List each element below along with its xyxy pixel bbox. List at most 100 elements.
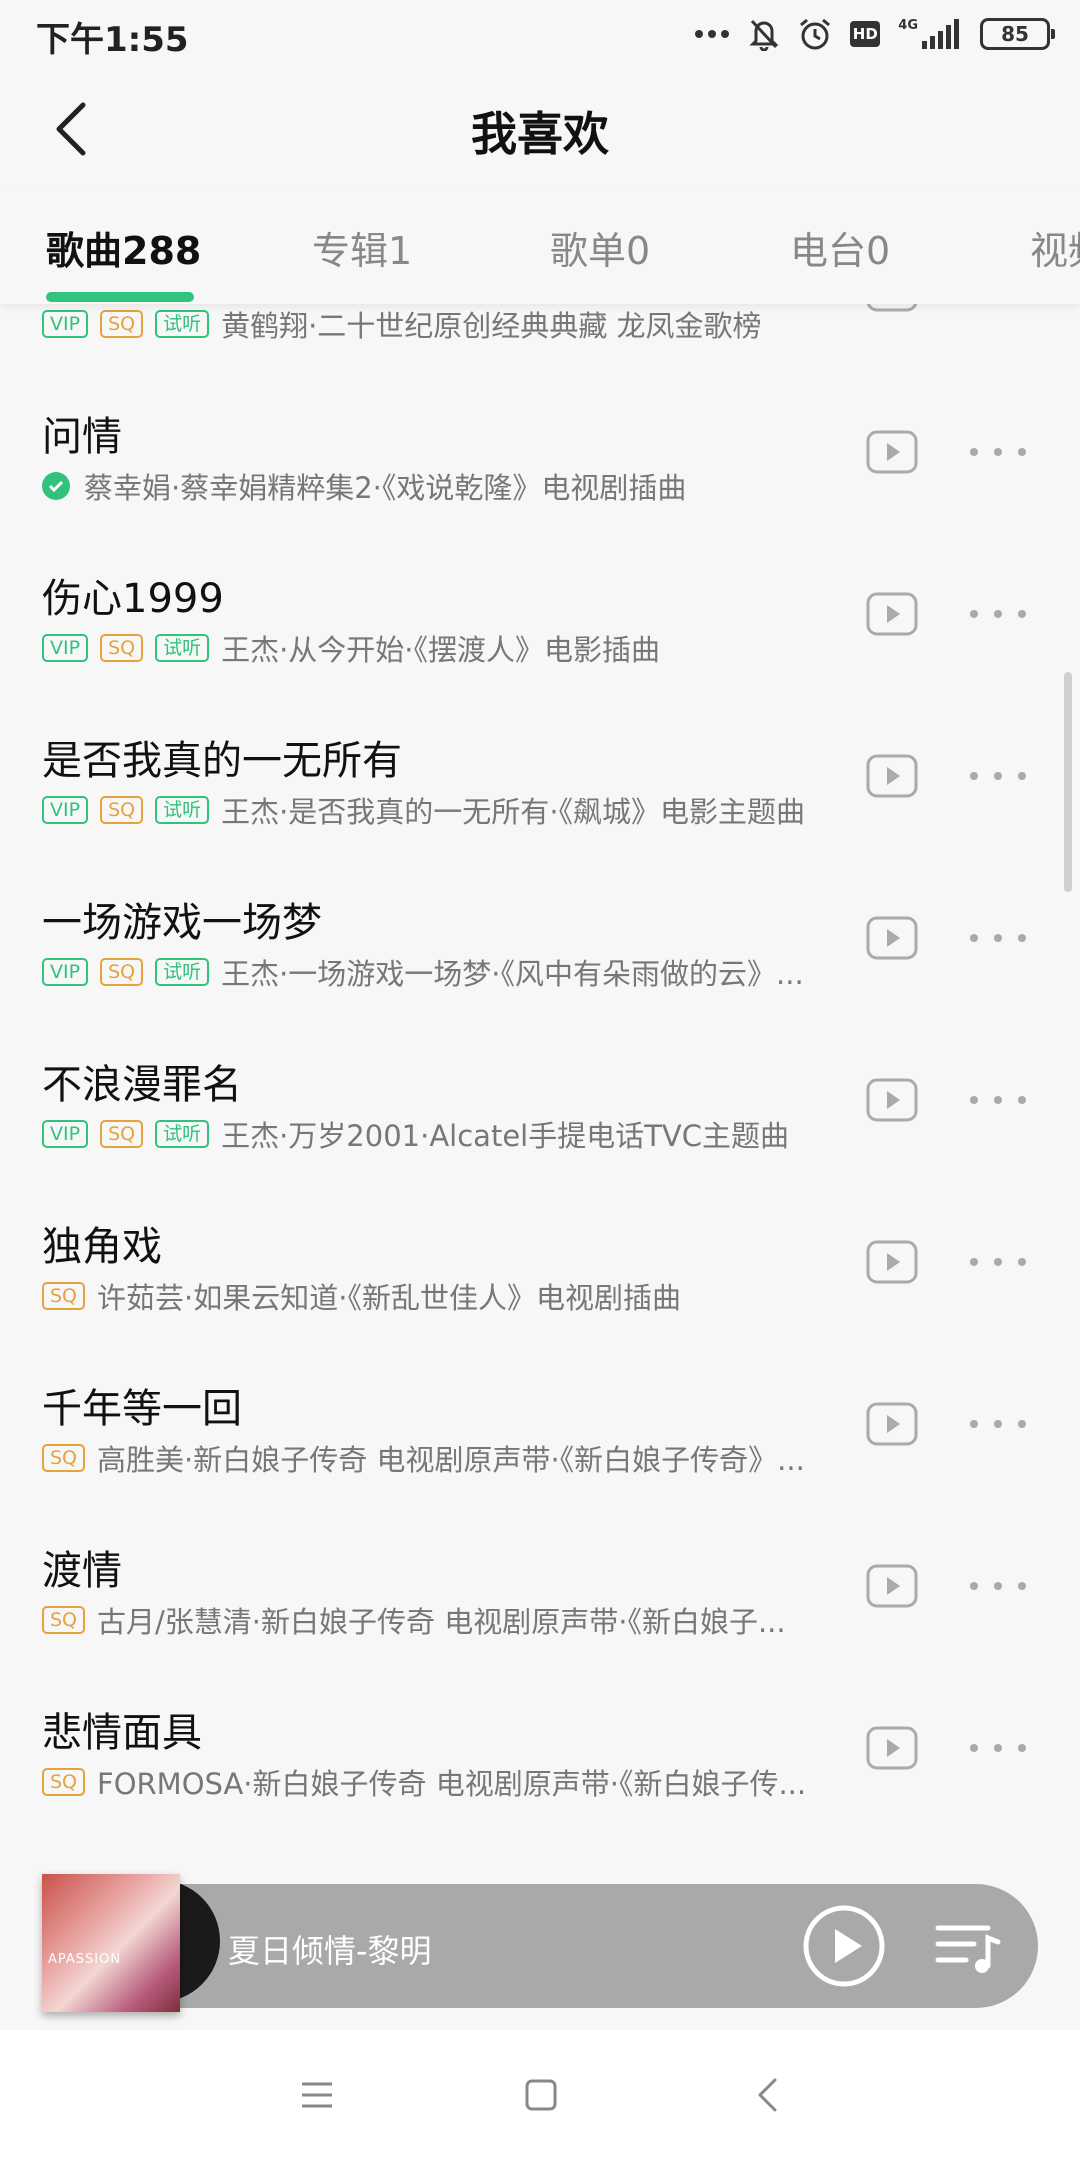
song-meta: VIP SQ 试听 王杰·一场游戏一场梦·《风中有朵雨做的云》...	[42, 952, 852, 992]
album-cover: APASSION	[42, 1874, 180, 2012]
play-circle-icon[interactable]	[802, 1904, 886, 1988]
list-scrollbar[interactable]	[1064, 672, 1072, 892]
signal-icon: 4G	[898, 19, 962, 49]
song-artist-album: 王杰·万岁2001·Alcatel手提电话TVC主题曲	[221, 1119, 790, 1153]
tab-videos[interactable]: 视频	[1030, 220, 1080, 275]
song-title: 悲情面具	[42, 1710, 202, 1756]
trial-tag: 试听	[155, 634, 210, 662]
tab-bar: 歌曲288 专辑1 歌单0 电台0 视频	[0, 192, 1080, 304]
status-icons: HD 4G 85	[694, 14, 1055, 54]
downloaded-check-icon	[42, 472, 70, 500]
trial-tag: 试听	[155, 310, 210, 338]
more-options-button[interactable]	[970, 920, 1026, 956]
play-video-icon[interactable]	[866, 754, 918, 798]
list-item[interactable]: 千年等一回 SQ 高胜美·新白娘子传奇 电视剧原声带·《新白娘子传奇》...	[0, 1366, 1080, 1528]
sq-tag: SQ	[100, 1120, 144, 1148]
more-dots-icon	[695, 30, 730, 38]
play-video-icon[interactable]	[866, 916, 918, 960]
song-artist-album: 高胜美·新白娘子传奇 电视剧原声带·《新白娘子传奇》...	[97, 1443, 805, 1477]
more-options-button[interactable]	[970, 1568, 1026, 1604]
list-item[interactable]: 一场游戏一场梦 VIP SQ 试听 王杰·一场游戏一场梦·《风中有朵雨做的云》.…	[0, 880, 1080, 1042]
page-title: 我喜欢	[471, 107, 609, 161]
vip-tag: VIP	[42, 634, 89, 662]
more-options-button[interactable]	[970, 596, 1026, 632]
song-meta: VIP SQ 试听 王杰·万岁2001·Alcatel手提电话TVC主题曲	[42, 1114, 852, 1154]
song-title: 问情	[42, 414, 122, 460]
list-item[interactable]: 渡情 SQ 古月/张慧清·新白娘子传奇 电视剧原声带·《新白娘子...	[0, 1528, 1080, 1690]
list-item[interactable]: 悲情面具 SQ FORMOSA·新白娘子传奇 电视剧原声带·《新白娘子传...	[0, 1690, 1080, 1852]
home-square-icon	[525, 2079, 557, 2111]
more-options-button[interactable]	[970, 1082, 1026, 1118]
song-meta: SQ 许茹芸·如果云知道·《新乱世佳人》电视剧插曲	[42, 1276, 852, 1316]
sq-tag: SQ	[42, 1606, 86, 1634]
play-video-icon[interactable]	[866, 1402, 918, 1446]
list-item[interactable]: 独角戏 SQ 许茹芸·如果云知道·《新乱世佳人》电视剧插曲	[0, 1204, 1080, 1366]
song-artist-album: 许茹芸·如果云知道·《新乱世佳人》电视剧插曲	[97, 1281, 681, 1315]
tab-songs[interactable]: 歌曲288	[46, 220, 201, 275]
play-video-icon[interactable]	[866, 1726, 918, 1770]
more-options-button[interactable]	[970, 1244, 1026, 1280]
song-artist-album: 王杰·从今开始·《摆渡人》电影插曲	[221, 633, 661, 667]
header: 我喜欢	[0, 66, 1080, 192]
trial-tag: 试听	[155, 958, 210, 986]
list-item[interactable]: 不浪漫罪名 VIP SQ 试听 王杰·万岁2001·Alcatel手提电话TVC…	[0, 1042, 1080, 1204]
back-nav-button[interactable]	[742, 2070, 792, 2120]
play-video-icon[interactable]	[866, 1240, 918, 1284]
song-title: 渡情	[42, 1548, 122, 1594]
play-video-icon[interactable]	[866, 430, 918, 474]
song-meta: VIP SQ 试听 王杰·从今开始·《摆渡人》电影插曲	[42, 628, 852, 668]
song-list[interactable]: VIP SQ 试听 黄鹤翔·二十世纪原创经典典藏 龙凤金歌榜 问情 蔡幸娟·蔡幸…	[0, 304, 1080, 1884]
list-item[interactable]: VIP SQ 试听 黄鹤翔·二十世纪原创经典典藏 龙凤金歌榜	[0, 304, 1080, 394]
tab-radio[interactable]: 电台0	[790, 220, 890, 275]
song-title: 伤心1999	[42, 576, 224, 622]
song-artist-album: 蔡幸娟·蔡幸娟精粹集2·《戏说乾隆》电视剧插曲	[84, 471, 687, 505]
play-video-icon[interactable]	[866, 304, 918, 312]
mini-player[interactable]: APASSION 夏日倾情-黎明	[42, 1874, 1038, 2012]
song-title: 是否我真的一无所有	[42, 738, 402, 784]
more-options-button[interactable]	[970, 1406, 1026, 1442]
status-bar: 下午1:55 HD 4G 85	[0, 0, 1080, 66]
song-meta: VIP SQ 试听 黄鹤翔·二十世纪原创经典典藏 龙凤金歌榜	[42, 304, 852, 344]
sq-tag: SQ	[100, 958, 144, 986]
menu-icon	[302, 2082, 332, 2108]
vip-tag: VIP	[42, 1120, 89, 1148]
list-item[interactable]: 是否我真的一无所有 VIP SQ 试听 王杰·是否我真的一无所有·《飙城》电影主…	[0, 718, 1080, 880]
play-video-icon[interactable]	[866, 592, 918, 636]
tab-playlists[interactable]: 歌单0	[550, 220, 650, 275]
sq-tag: SQ	[100, 796, 144, 824]
song-artist-album: 古月/张慧清·新白娘子传奇 电视剧原声带·《新白娘子...	[97, 1605, 786, 1639]
album-cover-text: APASSION	[48, 1952, 122, 1967]
now-playing-title: 夏日倾情-黎明	[228, 1932, 432, 1970]
more-options-button[interactable]	[970, 434, 1026, 470]
tab-active-indicator	[46, 292, 194, 302]
sq-tag: SQ	[100, 634, 144, 662]
play-video-icon[interactable]	[866, 1564, 918, 1608]
album-art[interactable]: APASSION	[42, 1874, 220, 2014]
back-triangle-icon	[758, 2078, 777, 2112]
menu-button[interactable]	[292, 2070, 342, 2120]
more-options-button[interactable]	[970, 758, 1026, 794]
play-video-icon[interactable]	[866, 1078, 918, 1122]
song-meta: SQ 古月/张慧清·新白娘子传奇 电视剧原声带·《新白娘子...	[42, 1600, 852, 1640]
list-item[interactable]: 伤心1999 VIP SQ 试听 王杰·从今开始·《摆渡人》电影插曲	[0, 556, 1080, 718]
song-title: 一场游戏一场梦	[42, 900, 322, 946]
network-label: 4G	[898, 18, 918, 33]
playlist-icon[interactable]	[932, 1912, 1002, 1982]
tab-albums[interactable]: 专辑1	[312, 220, 412, 275]
alarm-icon	[800, 18, 831, 50]
more-options-button[interactable]	[970, 1730, 1026, 1766]
hd-icon: HD	[850, 21, 881, 47]
song-title: 独角戏	[42, 1224, 162, 1270]
song-meta: 蔡幸娟·蔡幸娟精粹集2·《戏说乾隆》电视剧插曲	[42, 466, 852, 506]
song-meta: VIP SQ 试听 王杰·是否我真的一无所有·《飙城》电影主题曲	[42, 790, 852, 830]
song-meta: SQ FORMOSA·新白娘子传奇 电视剧原声带·《新白娘子传...	[42, 1762, 852, 1802]
battery-icon: 85	[980, 18, 1055, 50]
list-item[interactable]: 问情 蔡幸娟·蔡幸娟精粹集2·《戏说乾隆》电视剧插曲	[0, 394, 1080, 556]
vip-tag: VIP	[42, 796, 89, 824]
status-time: 下午1:55	[36, 20, 189, 60]
mute-bell-icon	[749, 19, 779, 51]
song-artist-album: 王杰·一场游戏一场梦·《风中有朵雨做的云》...	[221, 957, 804, 991]
sq-tag: SQ	[100, 310, 144, 338]
song-artist-album: 黄鹤翔·二十世纪原创经典典藏 龙凤金歌榜	[221, 309, 762, 343]
home-button[interactable]	[516, 2070, 566, 2120]
